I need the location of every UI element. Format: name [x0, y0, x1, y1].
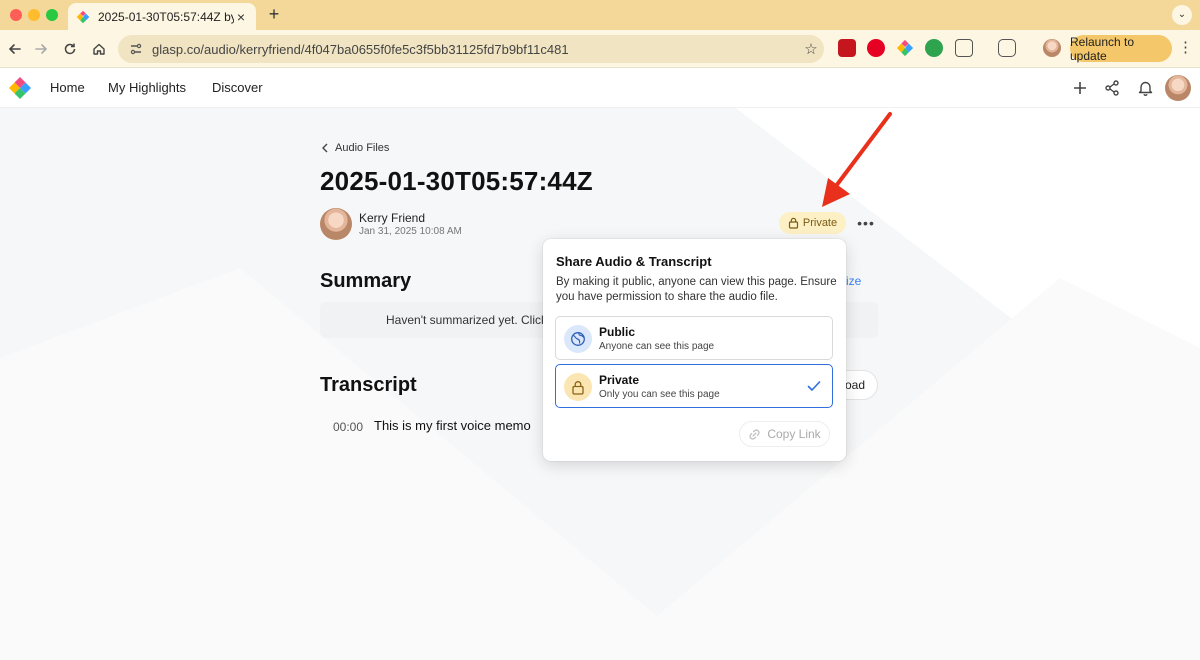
extensions-puzzle-icon[interactable] [955, 39, 973, 57]
lock-icon [788, 217, 798, 229]
check-icon [807, 381, 821, 391]
notification-bell-icon[interactable] [1135, 78, 1155, 98]
nav-my-highlights[interactable]: My Highlights [108, 80, 186, 95]
tab-search-button[interactable]: ⌄ [1172, 5, 1192, 25]
privacy-toggle-button[interactable]: Private [779, 212, 846, 234]
maximize-window-button[interactable] [46, 9, 58, 21]
breadcrumb[interactable]: Audio Files [321, 142, 389, 154]
reload-icon[interactable] [59, 38, 81, 60]
user-avatar[interactable] [1165, 75, 1191, 101]
copy-link-label: Copy Link [767, 427, 821, 441]
transcript-timestamp[interactable]: 00:00 [333, 420, 363, 434]
chevron-left-icon [322, 143, 328, 153]
option-public[interactable]: Public Anyone can see this page [555, 316, 833, 360]
tab-title: 2025-01-30T05:57:44Z by K [98, 9, 234, 24]
glasp-logo-icon[interactable] [8, 76, 32, 100]
copy-link-button[interactable]: Copy Link [739, 421, 830, 447]
minimize-window-button[interactable] [28, 9, 40, 21]
option-public-subtitle: Anyone can see this page [599, 341, 715, 352]
plus-icon[interactable] [1070, 78, 1090, 98]
option-private[interactable]: Private Only you can see this page [555, 364, 833, 408]
browser-tab-active[interactable]: 2025-01-30T05:57:44Z by K × [68, 3, 256, 30]
option-private-subtitle: Only you can see this page [599, 389, 720, 400]
share-popover: Share Audio & Transcript By making it pu… [543, 239, 846, 461]
new-tab-button[interactable]: + [264, 4, 284, 25]
browser-toolbar: glasp.co/audio/kerryfriend/4f047ba0655f0… [0, 30, 1200, 68]
profile-avatar-icon[interactable] [1043, 39, 1061, 57]
glasp-extension-icon[interactable] [896, 39, 914, 57]
share-popover-title: Share Audio & Transcript [556, 254, 712, 269]
app-header: Home My Highlights Discover [0, 68, 1200, 108]
screenshot-extension-icon[interactable] [998, 39, 1016, 57]
summary-empty-text: Haven't summarized yet. Click [386, 313, 548, 327]
close-window-button[interactable] [10, 9, 22, 21]
nav-home[interactable]: Home [50, 80, 85, 95]
globe-icon [564, 325, 592, 353]
page-title: 2025-01-30T05:57:44Z [320, 166, 593, 196]
home-icon[interactable] [88, 38, 110, 60]
summary-heading: Summary [320, 270, 412, 292]
share-icon[interactable] [1102, 78, 1122, 98]
bookmark-star-icon[interactable]: ☆ [798, 40, 824, 58]
option-private-title: Private [599, 373, 640, 387]
pdf-extension-icon[interactable] [838, 39, 856, 57]
back-arrow-icon[interactable] [4, 38, 26, 60]
breadcrumb-audio-files[interactable]: Audio Files [335, 142, 389, 154]
option-public-title: Public [599, 325, 636, 339]
transcript-line: This is my first voice memo [374, 418, 531, 433]
browser-tab-strip: 2025-01-30T05:57:44Z by K × + ⌄ [0, 0, 1200, 30]
lock-icon [564, 373, 592, 401]
author-date: Jan 31, 2025 10:08 AM [359, 226, 462, 237]
tab-close-icon[interactable]: × [234, 9, 248, 25]
privacy-label: Private [802, 217, 838, 229]
transcript-heading: Transcript [320, 374, 417, 396]
url-text: glasp.co/audio/kerryfriend/4f047ba0655f0… [152, 41, 569, 57]
link-icon [749, 428, 760, 440]
more-options-icon[interactable]: ••• [856, 212, 876, 234]
relaunch-to-update-button[interactable]: Relaunch to update [1070, 35, 1172, 63]
download-label: oad [844, 378, 865, 392]
address-bar[interactable]: glasp.co/audio/kerryfriend/4f047ba0655f0… [118, 35, 824, 63]
nav-discover[interactable]: Discover [212, 80, 263, 95]
site-settings-icon[interactable] [128, 41, 144, 57]
glasp-favicon-icon [76, 10, 90, 23]
share-popover-description: By making it public, anyone can view thi… [556, 276, 837, 303]
browser-menu-icon[interactable]: ⋮ [1178, 38, 1193, 58]
pinterest-extension-icon[interactable] [867, 39, 885, 57]
author-name[interactable]: Kerry Friend [359, 211, 425, 225]
forward-arrow-icon[interactable] [30, 38, 52, 60]
author-avatar[interactable] [320, 208, 352, 240]
annotation-arrow-icon [822, 112, 892, 207]
green-extension-icon[interactable] [925, 39, 943, 57]
